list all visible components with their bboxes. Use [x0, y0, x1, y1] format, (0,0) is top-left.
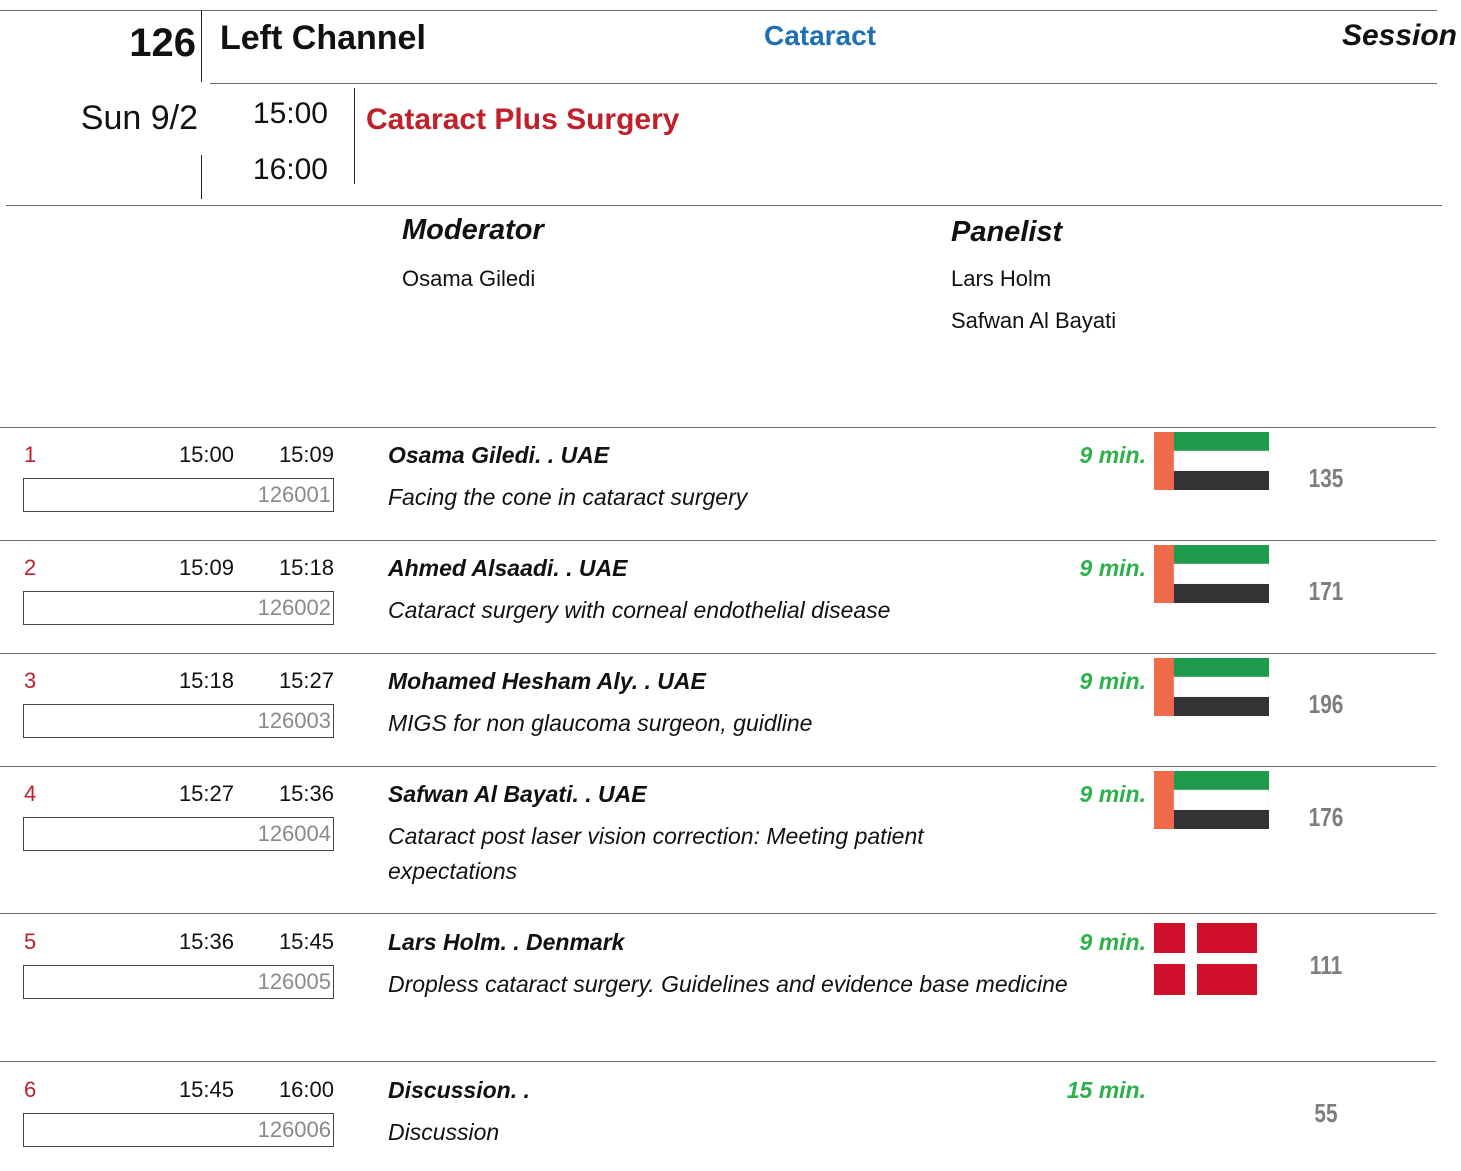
talk-topic: Dropless cataract surgery. Guidelines an… — [388, 971, 1068, 997]
session-title: Cataract Plus Surgery — [366, 103, 680, 136]
talk-code-box: 126003 — [23, 704, 334, 738]
talk-code-box: 126004 — [23, 817, 334, 851]
talk-code-box: 126006 — [23, 1113, 334, 1147]
talk-index: 5 — [24, 929, 37, 954]
talk-end-time: 15:18 — [278, 555, 334, 580]
date-divider — [201, 155, 202, 199]
section-divider — [6, 205, 1442, 206]
talk-duration: 9 min. — [1079, 929, 1146, 955]
session-date: Sun 9/2 — [80, 99, 198, 137]
talk-speaker: Osama Giledi. . UAE — [388, 442, 610, 468]
row-divider — [0, 653, 1436, 654]
talk-start-time: 15:45 — [178, 1077, 234, 1102]
uae-flag-icon — [1154, 432, 1269, 490]
talk-index: 2 — [24, 555, 37, 580]
talk-topic: Cataract surgery with corneal endothelia… — [388, 597, 891, 623]
session-start-time: 15:00 — [252, 97, 328, 130]
row-divider — [0, 913, 1436, 914]
talk-topic: MIGS for non glaucoma surgeon, guidline — [388, 710, 813, 736]
talk-duration: 15 min. — [1066, 1077, 1146, 1103]
talk-count: 171 — [1308, 576, 1344, 606]
talk-end-time: 15:36 — [278, 781, 334, 806]
talk-start-time: 15:18 — [178, 668, 234, 693]
talk-code-box: 126002 — [23, 591, 334, 625]
talk-speaker: Mohamed Hesham Aly. . UAE — [388, 668, 706, 694]
talk-index: 6 — [24, 1077, 37, 1102]
talk-end-time: 15:45 — [278, 929, 334, 954]
talk-speaker: Lars Holm. . Denmark — [388, 929, 625, 955]
talk-count: 196 — [1308, 689, 1344, 719]
talk-code: 126003 — [257, 708, 331, 733]
header-underline — [210, 83, 1437, 84]
talk-speaker: Ahmed Alsaadi. . UAE — [388, 555, 628, 581]
talk-start-time: 15:27 — [178, 781, 234, 806]
talk-speaker: Discussion. . — [388, 1077, 530, 1103]
talk-duration: 9 min. — [1079, 781, 1146, 807]
channel-name: Left Channel — [220, 19, 426, 57]
top-divider — [0, 10, 1437, 11]
talk-code: 126006 — [257, 1117, 331, 1142]
talk-duration: 9 min. — [1079, 555, 1146, 581]
moderator-heading: Moderator — [402, 214, 544, 246]
talk-start-time: 15:00 — [178, 442, 234, 467]
talk-count: 135 — [1308, 463, 1344, 493]
talk-duration: 9 min. — [1079, 668, 1146, 694]
talk-code: 126004 — [257, 821, 331, 846]
talk-speaker: Safwan Al Bayati. . UAE — [388, 781, 647, 807]
talk-count: 176 — [1308, 802, 1344, 832]
talk-code-box: 126001 — [23, 478, 334, 512]
session-topic: Cataract — [763, 20, 877, 51]
talk-topic: Cataract post laser vision correction: M… — [388, 823, 924, 884]
session-end-time: 16:00 — [252, 153, 328, 186]
uae-flag-icon — [1154, 545, 1269, 603]
talk-topic: Facing the cone in cataract surgery — [388, 484, 748, 510]
talk-topic: Discussion — [388, 1119, 500, 1145]
denmark-flag-icon — [1154, 923, 1257, 995]
talk-duration: 9 min. — [1079, 442, 1146, 468]
uae-flag-icon — [1154, 771, 1269, 829]
talk-end-time: 15:27 — [278, 668, 334, 693]
header-divider — [201, 10, 202, 82]
talk-index: 1 — [24, 442, 37, 467]
talk-code-box: 126005 — [23, 965, 334, 999]
talk-count: 111 — [1309, 950, 1343, 980]
time-divider — [354, 88, 355, 184]
talk-start-time: 15:36 — [178, 929, 234, 954]
session-label: Session — [1341, 19, 1457, 52]
talk-index: 3 — [24, 668, 37, 693]
panelist-name: Lars Holm — [951, 266, 1052, 291]
talks-top-divider — [0, 427, 1436, 428]
moderator-name: Osama Giledi — [402, 266, 536, 291]
talk-code: 126002 — [257, 595, 331, 620]
panelist-heading: Panelist — [951, 216, 1063, 248]
uae-flag-icon — [1154, 658, 1269, 716]
talk-count: 55 — [1314, 1098, 1338, 1128]
talk-end-time: 15:09 — [278, 442, 334, 467]
talk-code: 126001 — [257, 482, 331, 507]
row-divider — [0, 766, 1436, 767]
talk-end-time: 16:00 — [278, 1077, 334, 1102]
panelist-name: Safwan Al Bayati — [951, 308, 1117, 333]
row-divider — [0, 540, 1436, 541]
talk-code: 126005 — [257, 969, 331, 994]
talk-index: 4 — [24, 781, 37, 806]
row-divider — [0, 1061, 1436, 1062]
session-number: 126 — [129, 21, 196, 65]
talk-start-time: 15:09 — [178, 555, 234, 580]
